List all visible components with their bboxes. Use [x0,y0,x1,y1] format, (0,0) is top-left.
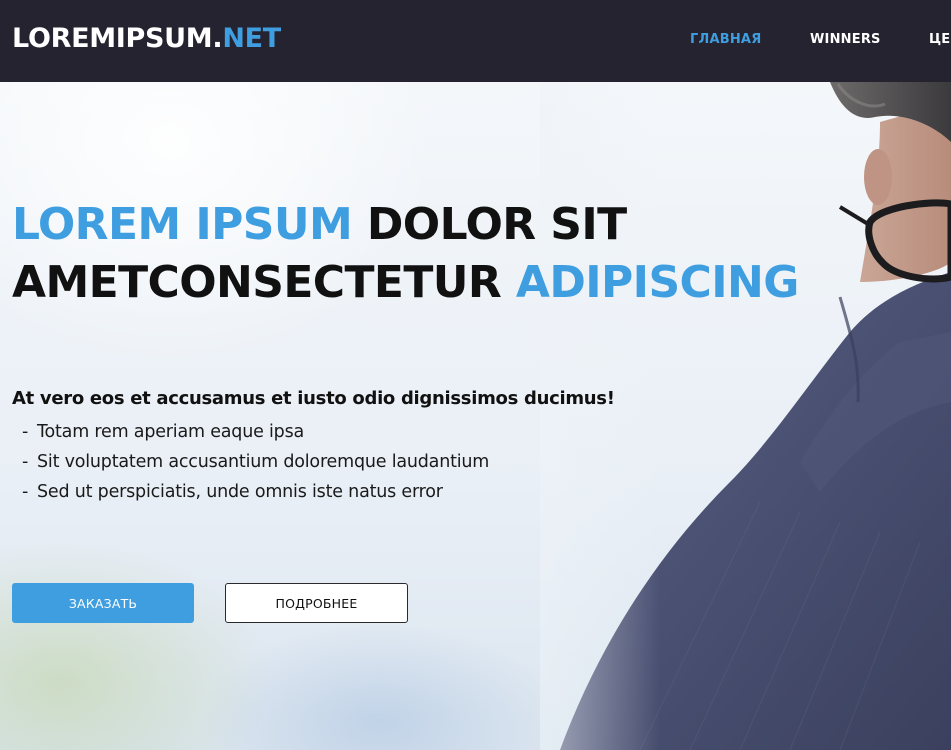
hero-section: LOREM IPSUM DOLOR SIT AMETCONSECTETUR AD… [0,82,951,750]
hero-headline: LOREM IPSUM DOLOR SIT AMETCONSECTETUR AD… [12,196,892,312]
list-item-text: Sed ut perspiciatis, unde omnis iste nat… [37,482,443,502]
bullet-marker: - [22,422,29,442]
order-button[interactable]: ЗАКАЗАТЬ [12,583,194,623]
hero-background-photo [540,82,951,750]
nav-item-winners[interactable]: WINNERS [810,32,881,48]
headline-accent-2: ADIPISCING [515,257,799,308]
headline-line-2: AMETCONSECTETUR ADIPISCING [12,254,892,312]
bullet-marker: - [22,482,29,502]
feature-list: - Totam rem aperiam eaque ipsa - Sit volup… [22,417,489,507]
nav-item-prices[interactable]: ЦЕН [929,32,951,48]
headline-text-2: AMETCONSECTETUR [12,257,516,308]
more-info-button[interactable]: ПОДРОБНЕЕ [225,583,408,623]
list-item: - Sit voluptatem accusantium doloremque l… [22,447,489,477]
list-item: - Totam rem aperiam eaque ipsa [22,417,489,447]
headline-accent-1: LOREM IPSUM [12,199,353,250]
site-header: LOREMIPSUM.NET ГЛАВНАЯ WINNERS ЦЕН [0,0,951,82]
list-item-text: Totam rem aperiam eaque ipsa [37,422,305,442]
list-item-text: Sit voluptatem accusantium doloremque la… [37,452,490,472]
hero-lead-text: At vero eos et accusamus et iusto odio d… [12,388,615,409]
nav-item-home[interactable]: ГЛАВНАЯ [690,32,761,48]
bullet-marker: - [22,452,29,472]
list-item: - Sed ut perspiciatis, unde omnis iste na… [22,477,489,507]
headline-text-1: DOLOR SIT [352,199,627,250]
headline-line-1: LOREM IPSUM DOLOR SIT [12,196,892,254]
main-nav: ГЛАВНАЯ WINNERS ЦЕН [0,0,951,82]
